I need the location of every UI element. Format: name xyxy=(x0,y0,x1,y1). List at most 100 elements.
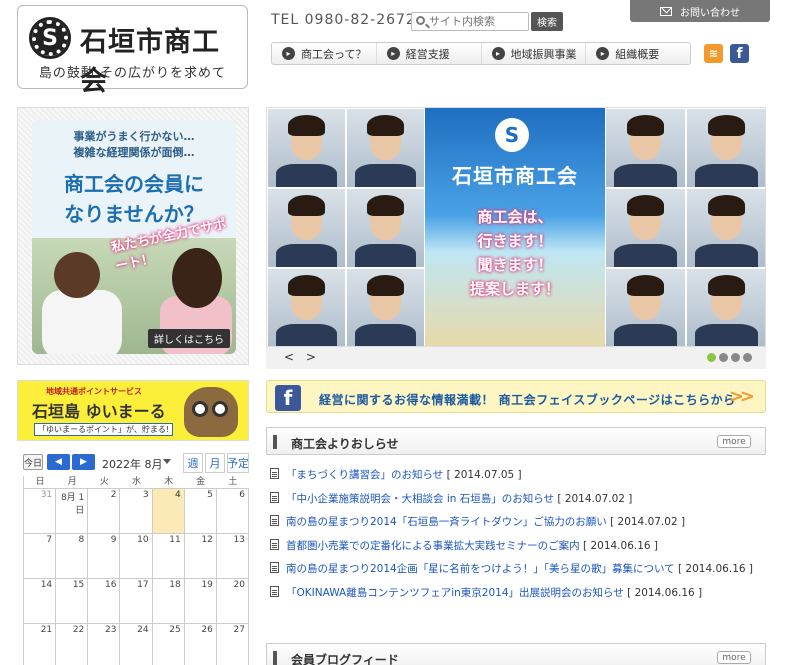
news-item[interactable]: 南の島の星まつり2014企画「星に名前をつけよう！」「美ら星の歌」募集について … xyxy=(266,561,766,585)
news-item[interactable]: 南の島の星まつり2014「石垣島一斉ライトダウン」ご協力のお願い [ 2014.… xyxy=(266,514,766,538)
document-icon xyxy=(270,491,279,503)
news-header: 商工会よりおしらせ more xyxy=(266,427,766,455)
nav-item-support[interactable]: ▸ 経営支援 xyxy=(377,43,482,64)
view-week-button[interactable]: 週 xyxy=(183,453,203,473)
calendar-day[interactable]: 5 xyxy=(184,489,217,533)
logo-tagline: 島の鼓動 その広がりを求めて xyxy=(38,66,227,81)
next-month-button[interactable]: ▶ xyxy=(72,454,95,470)
news-item[interactable]: 「中小企業施策説明会・大相談会 in 石垣島」のお知らせ [ 2014.07.0… xyxy=(266,491,766,515)
calendar-day[interactable]: 21 xyxy=(24,624,57,665)
staff-photo xyxy=(605,268,686,346)
double-arrow-icon: >> xyxy=(728,386,755,407)
search-icon xyxy=(416,16,425,25)
calendar-day[interactable]: 3 xyxy=(120,489,153,533)
contact-label: お問い合わせ xyxy=(680,7,740,19)
calendar-day[interactable]: 8 xyxy=(56,534,89,578)
contact-button[interactable]: お問い合わせ xyxy=(630,0,770,22)
view-agenda-button[interactable]: 予定 xyxy=(227,453,249,473)
search-input[interactable] xyxy=(429,14,527,29)
weekday-label: 木 xyxy=(164,477,174,487)
news-more-button[interactable]: more xyxy=(717,435,751,448)
calendar-toolbar: 今日 ◀ ▶ 2022年 8月 週 月 予定 xyxy=(17,450,249,475)
face-hair xyxy=(707,115,746,136)
search-button[interactable]: 検索 xyxy=(531,12,563,31)
site-logo[interactable]: S 石垣市商工会 島の鼓動 その広がりを求めて xyxy=(17,5,248,97)
slider-dot[interactable] xyxy=(731,353,740,362)
news-item-date: [ 2014.07.05 ] xyxy=(446,469,522,481)
calendar-day[interactable]: 17 xyxy=(120,579,153,623)
banner-line: 複雑な経理関係が面倒… xyxy=(73,146,195,159)
calendar-day-today[interactable]: 4 xyxy=(152,489,185,533)
blog-more-button[interactable]: more xyxy=(717,651,751,664)
calendar-day[interactable]: 16 xyxy=(88,579,121,623)
calendar-day[interactable]: 19 xyxy=(185,579,217,623)
face-body xyxy=(613,323,678,346)
news-item[interactable]: 首都圏小売業での定番化による事業拡大実践セミナーのご案内 [ 2014.06.1… xyxy=(266,538,766,562)
face-hair xyxy=(626,275,665,296)
slider-dot[interactable] xyxy=(719,353,728,362)
slide-line: 提案します！ xyxy=(469,280,560,298)
calendar-day[interactable]: 20 xyxy=(217,579,249,623)
details-link[interactable]: 詳しくはこちら xyxy=(148,329,230,348)
yuimaaru-banner[interactable]: 地域共通ポイントサービス 石垣島 ゆいまーる 「ゆいまーるポイント」が、貯まる! xyxy=(17,380,249,441)
nav-item-about[interactable]: ▸ 商工会って？ xyxy=(272,43,377,64)
nav-label: 経営支援 xyxy=(405,47,450,61)
banner-line: 事業がうまく行かない… xyxy=(73,130,195,143)
staff-photo xyxy=(605,108,686,188)
view-month-button[interactable]: 月 xyxy=(205,453,225,473)
calendar-day[interactable]: 8月 1日 xyxy=(56,489,89,533)
news-item-title[interactable]: 「OKINAWA離島コンテンツフェアin東京2014」出展説明会のお知らせ xyxy=(286,587,624,599)
calendar-day[interactable]: 9 xyxy=(88,534,121,578)
news-item-title[interactable]: 「中小企業施策説明会・大相談会 in 石垣島」のお知らせ xyxy=(286,493,554,505)
calendar-day[interactable]: 31 xyxy=(24,489,57,533)
face-body xyxy=(354,163,417,187)
face-body xyxy=(354,243,417,267)
facebook-banner[interactable]: f 経営に関するお得な情報満載！ 商工会フェイスブックページはこちらから >> xyxy=(266,380,766,413)
calendar-week: 31 8月 1日 2 3 4 5 6 xyxy=(24,488,249,533)
news-item-date: [ 2014.06.16 ] xyxy=(678,563,753,575)
calendar-day[interactable]: 2 xyxy=(88,489,121,533)
calendar-day[interactable]: 11 xyxy=(153,534,185,578)
nav-item-regional[interactable]: ▸ 地域振興事業 xyxy=(482,43,587,64)
calendar-day[interactable]: 25 xyxy=(153,624,185,665)
slider-dots xyxy=(707,353,752,362)
prev-month-button[interactable]: ◀ xyxy=(47,454,70,470)
news-item-title[interactable]: 「まちづくり講習会」のお知らせ xyxy=(286,469,443,481)
calendar-day[interactable]: 26 xyxy=(185,624,217,665)
logo-name: 石垣市商工会 xyxy=(80,27,220,97)
slider-dot[interactable] xyxy=(743,353,752,362)
calendar-day[interactable]: 7 xyxy=(24,534,57,578)
calendar-day[interactable]: 27 xyxy=(217,624,249,665)
calendar-day[interactable]: 12 xyxy=(185,534,217,578)
face-hair xyxy=(288,115,325,136)
blog-title: 会員ブログフィード xyxy=(291,653,399,665)
news-item-title[interactable]: 南の島の星まつり2014「石垣島一斉ライトダウン」ご協力のお願い xyxy=(286,516,607,528)
photo-person-head xyxy=(54,252,100,298)
facebook-icon[interactable]: f xyxy=(730,44,749,63)
calendar-day[interactable]: 13 xyxy=(217,534,249,578)
calendar-day[interactable]: 18 xyxy=(153,579,185,623)
calendar-day[interactable]: 10 xyxy=(120,534,153,578)
membership-banner[interactable]: 事業がうまく行かない… 複雑な経理関係が面倒… 商工会の会員に なりませんか？ … xyxy=(17,107,249,365)
calendar-day[interactable]: 22 xyxy=(56,624,89,665)
calendar-day[interactable]: 14 xyxy=(24,579,57,623)
slider-arrows[interactable]: < > xyxy=(284,350,320,364)
nav-item-organization[interactable]: ▸ 組織概要 xyxy=(586,43,690,64)
document-icon xyxy=(270,468,279,479)
today-button[interactable]: 今日 xyxy=(23,454,43,470)
calendar-day[interactable]: 6 xyxy=(216,489,249,533)
news-item-title[interactable]: 南の島の星まつり2014企画「星に名前をつけよう！」「美ら星の歌」募集について xyxy=(286,563,675,575)
news-item-title[interactable]: 首都圏小売業での定番化による事業拡大実践セミナーのご案内 xyxy=(286,540,580,552)
face-body xyxy=(694,323,759,346)
calendar-day[interactable]: 15 xyxy=(56,579,89,623)
face-hair xyxy=(288,275,325,296)
slider-dot-active[interactable] xyxy=(707,353,716,362)
calendar-day[interactable]: 23 xyxy=(88,624,121,665)
calendar-day[interactable]: 24 xyxy=(120,624,153,665)
chevron-down-icon[interactable] xyxy=(163,459,171,464)
slide-line: 聞きます！ xyxy=(477,256,553,274)
news-item[interactable]: 「OKINAWA離島コンテンツフェアin東京2014」出展説明会のお知らせ [ … xyxy=(266,585,766,609)
rss-icon[interactable]: ≋ xyxy=(704,44,723,63)
hero-slider[interactable]: S 石垣市商工会 商工会は、 行きます！ 聞きます！ 提案します！ xyxy=(266,107,766,347)
news-item[interactable]: 「まちづくり講習会」のお知らせ [ 2014.07.05 ] xyxy=(266,467,766,491)
